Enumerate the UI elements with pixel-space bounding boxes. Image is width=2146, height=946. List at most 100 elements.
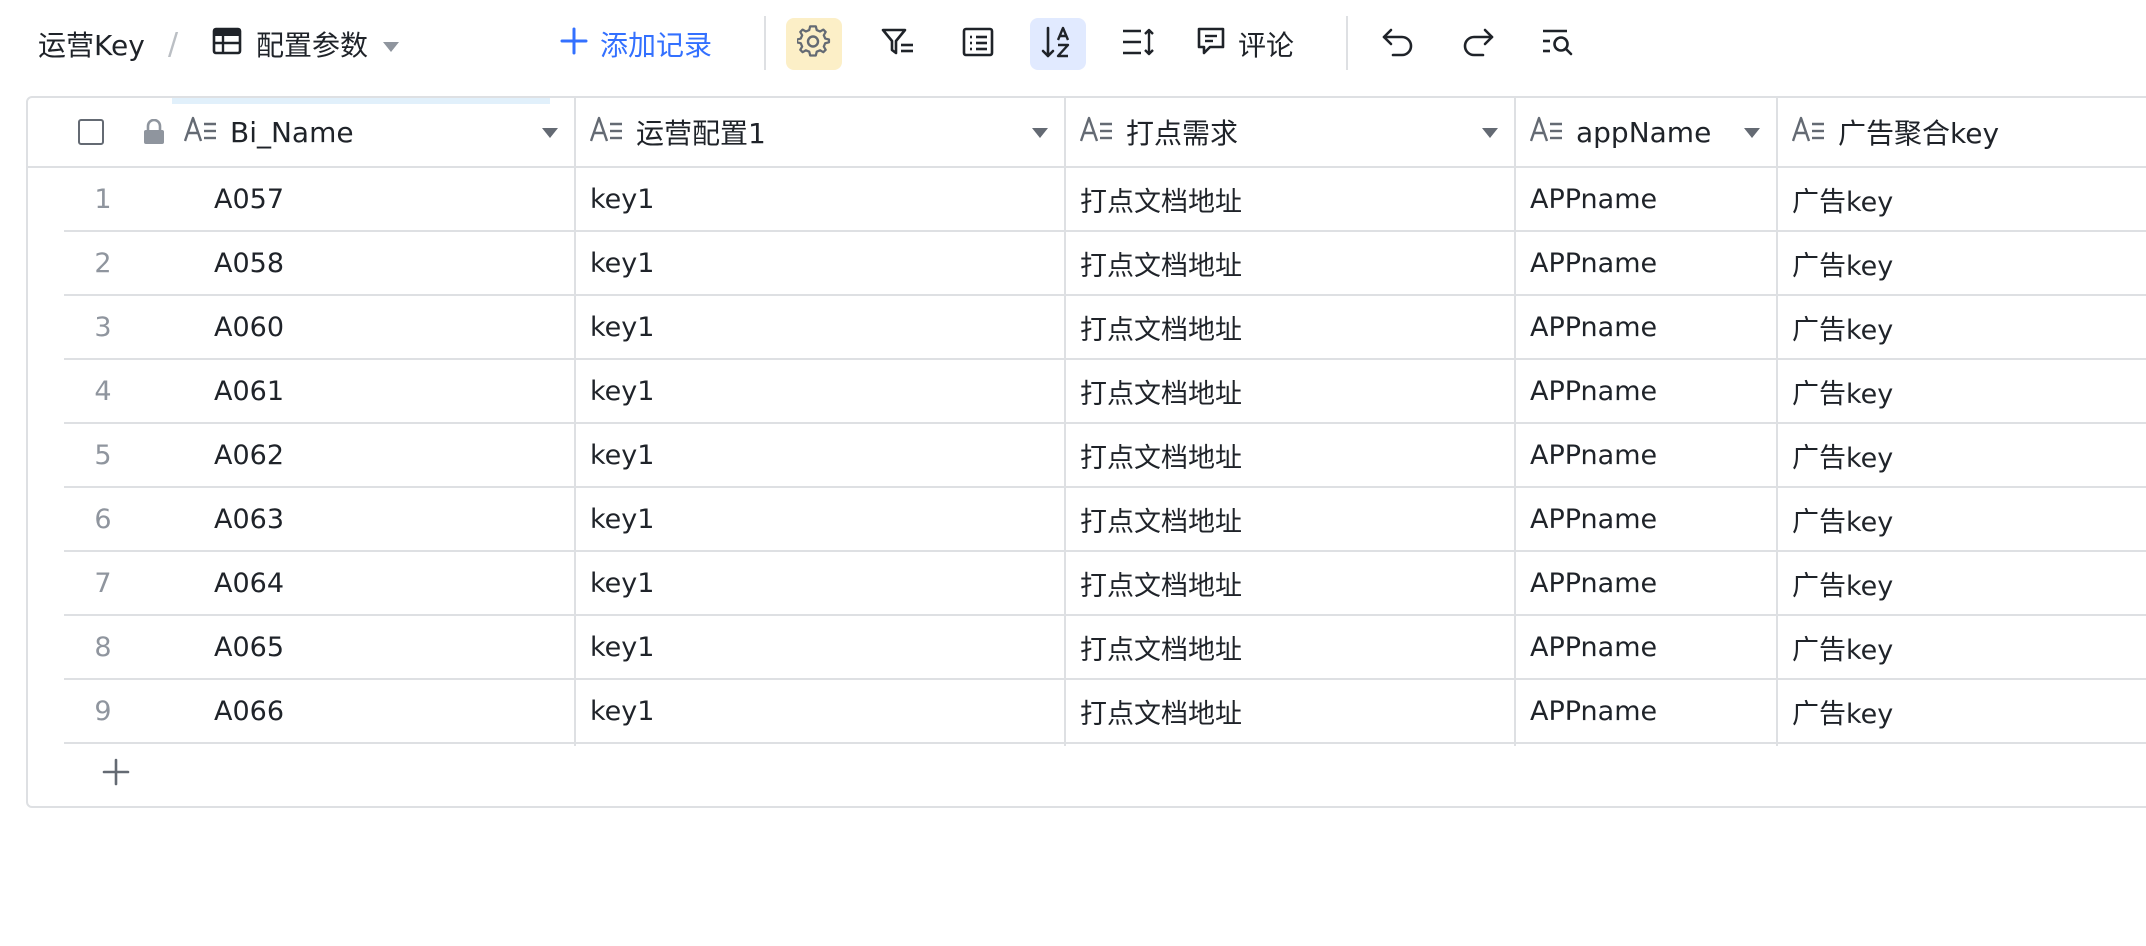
cell-app-name[interactable]: APPname: [1530, 616, 1770, 678]
cell-tracking[interactable]: 打点文档地址: [1080, 680, 1510, 742]
column-header-app-name[interactable]: appName: [1516, 98, 1776, 166]
table-row[interactable]: 7 A064 key1 打点文档地址 APPname 广告key: [64, 552, 2146, 616]
cell-ad-key[interactable]: 广告key: [1792, 360, 2146, 422]
cell-app-name[interactable]: APPname: [1530, 168, 1770, 230]
group-button[interactable]: [950, 18, 1006, 70]
chevron-down-icon[interactable]: [1744, 128, 1760, 138]
add-record-label: 添加记录: [600, 29, 713, 62]
chevron-down-icon[interactable]: [542, 128, 558, 138]
cell-bi-name[interactable]: A064: [214, 552, 584, 614]
chevron-down-icon[interactable]: [1482, 128, 1498, 138]
cell-ad-key[interactable]: 广告key: [1792, 168, 2146, 230]
gear-icon: [795, 25, 831, 63]
row-number: 8: [94, 631, 112, 663]
cell-op-config[interactable]: key1: [590, 488, 1060, 550]
cell-app-name[interactable]: APPname: [1530, 552, 1770, 614]
table-row[interactable]: 9 A066 key1 打点文档地址 APPname 广告key: [64, 680, 2146, 744]
cell-app-name[interactable]: APPname: [1530, 680, 1770, 742]
cell-bi-name[interactable]: A057: [214, 168, 584, 230]
redo-button[interactable]: [1450, 18, 1506, 70]
comment-button[interactable]: 评论: [1196, 22, 1294, 66]
settings-button[interactable]: [786, 18, 842, 70]
cell-app-name[interactable]: APPname: [1530, 488, 1770, 550]
cell-op-config[interactable]: key1: [590, 616, 1060, 678]
view-switcher[interactable]: 配置参数: [212, 22, 400, 66]
breadcrumb-root[interactable]: 运营Key: [38, 24, 145, 64]
text-field-icon: [1529, 116, 1564, 149]
cell-ad-key[interactable]: 广告key: [1792, 552, 2146, 614]
add-record-button[interactable]: 添加记录: [560, 22, 712, 66]
cell-tracking[interactable]: 打点文档地址: [1080, 424, 1510, 486]
column-header-tracking[interactable]: 打点需求: [1066, 98, 1514, 166]
toolbar: 运营Key / 配置参数 添加记录 评论: [0, 0, 2146, 88]
add-row-button[interactable]: [96, 754, 136, 794]
table-row[interactable]: 3 A060 key1 打点文档地址 APPname 广告key: [64, 296, 2146, 360]
column-header-op-config[interactable]: 运营配置1: [576, 98, 1064, 166]
column-label: 运营配置1: [636, 117, 766, 150]
undo-button[interactable]: [1370, 18, 1426, 70]
cell-ad-key[interactable]: 广告key: [1792, 616, 2146, 678]
cell-tracking[interactable]: 打点文档地址: [1080, 168, 1510, 230]
select-all-checkbox[interactable]: [78, 98, 108, 166]
cell-tracking[interactable]: 打点文档地址: [1080, 488, 1510, 550]
column-label: appName: [1576, 115, 1712, 149]
cell-bi-name[interactable]: A058: [214, 232, 584, 294]
cell-tracking[interactable]: 打点文档地址: [1080, 296, 1510, 358]
chevron-down-icon[interactable]: [1032, 128, 1048, 138]
text-field-icon: [589, 116, 624, 149]
cell-tracking[interactable]: 打点文档地址: [1080, 616, 1510, 678]
row-height-icon: [1121, 27, 1155, 61]
plus-icon: [560, 27, 588, 62]
cell-bi-name[interactable]: A060: [214, 296, 584, 358]
comment-label: 评论: [1238, 29, 1295, 62]
row-height-button[interactable]: [1110, 18, 1166, 70]
cell-tracking[interactable]: 打点文档地址: [1080, 552, 1510, 614]
cell-op-config[interactable]: key1: [590, 424, 1060, 486]
cell-bi-name[interactable]: A061: [214, 360, 584, 422]
search-button[interactable]: [1530, 18, 1586, 70]
list-icon: [962, 27, 994, 61]
undo-icon: [1381, 27, 1415, 61]
cell-ad-key[interactable]: 广告key: [1792, 296, 2146, 358]
table-row[interactable]: 4 A061 key1 打点文档地址 APPname 广告key: [64, 360, 2146, 424]
row-number: 7: [94, 567, 112, 599]
cell-tracking[interactable]: 打点文档地址: [1080, 232, 1510, 294]
cell-op-config[interactable]: key1: [590, 232, 1060, 294]
cell-op-config[interactable]: key1: [590, 296, 1060, 358]
table-row[interactable]: 8 A065 key1 打点文档地址 APPname 广告key: [64, 616, 2146, 680]
sort-button[interactable]: [1030, 18, 1086, 70]
table-row[interactable]: 5 A062 key1 打点文档地址 APPname 广告key: [64, 424, 2146, 488]
cell-op-config[interactable]: key1: [590, 360, 1060, 422]
cell-ad-key[interactable]: 广告key: [1792, 232, 2146, 294]
text-field-icon: [183, 116, 218, 149]
cell-app-name[interactable]: APPname: [1530, 296, 1770, 358]
cell-op-config[interactable]: key1: [590, 680, 1060, 742]
column-header-bi-name[interactable]: Bi_Name: [183, 98, 574, 166]
grid-header: Bi_Name 运营配置1 打点需求 appName 广告聚合key: [28, 98, 2146, 168]
cell-app-name[interactable]: APPname: [1530, 360, 1770, 422]
cell-bi-name[interactable]: A066: [214, 680, 584, 742]
column-header-ad-key[interactable]: 广告聚合key: [1778, 98, 2146, 166]
cell-ad-key[interactable]: 广告key: [1792, 488, 2146, 550]
cell-tracking[interactable]: 打点文档地址: [1080, 360, 1510, 422]
filter-button[interactable]: [870, 18, 926, 70]
table-row[interactable]: 6 A063 key1 打点文档地址 APPname 广告key: [64, 488, 2146, 552]
row-number: 5: [94, 439, 112, 471]
cell-bi-name[interactable]: A062: [214, 424, 584, 486]
cell-op-config[interactable]: key1: [590, 168, 1060, 230]
table-row[interactable]: 2 A058 key1 打点文档地址 APPname 广告key: [64, 232, 2146, 296]
cell-bi-name[interactable]: A063: [214, 488, 584, 550]
lock-icon: [142, 98, 168, 166]
breadcrumb-separator: /: [168, 26, 179, 62]
cell-ad-key[interactable]: 广告key: [1792, 424, 2146, 486]
cell-app-name[interactable]: APPname: [1530, 424, 1770, 486]
cell-ad-key[interactable]: 广告key: [1792, 680, 2146, 742]
row-number: 1: [94, 183, 112, 215]
toolbar-divider: [764, 16, 766, 70]
cell-op-config[interactable]: key1: [590, 552, 1060, 614]
checkbox-icon: [78, 119, 104, 145]
text-field-icon: [1791, 116, 1826, 149]
table-row[interactable]: 1 A057 key1 打点文档地址 APPname 广告key: [64, 168, 2146, 232]
cell-bi-name[interactable]: A065: [214, 616, 584, 678]
cell-app-name[interactable]: APPname: [1530, 232, 1770, 294]
